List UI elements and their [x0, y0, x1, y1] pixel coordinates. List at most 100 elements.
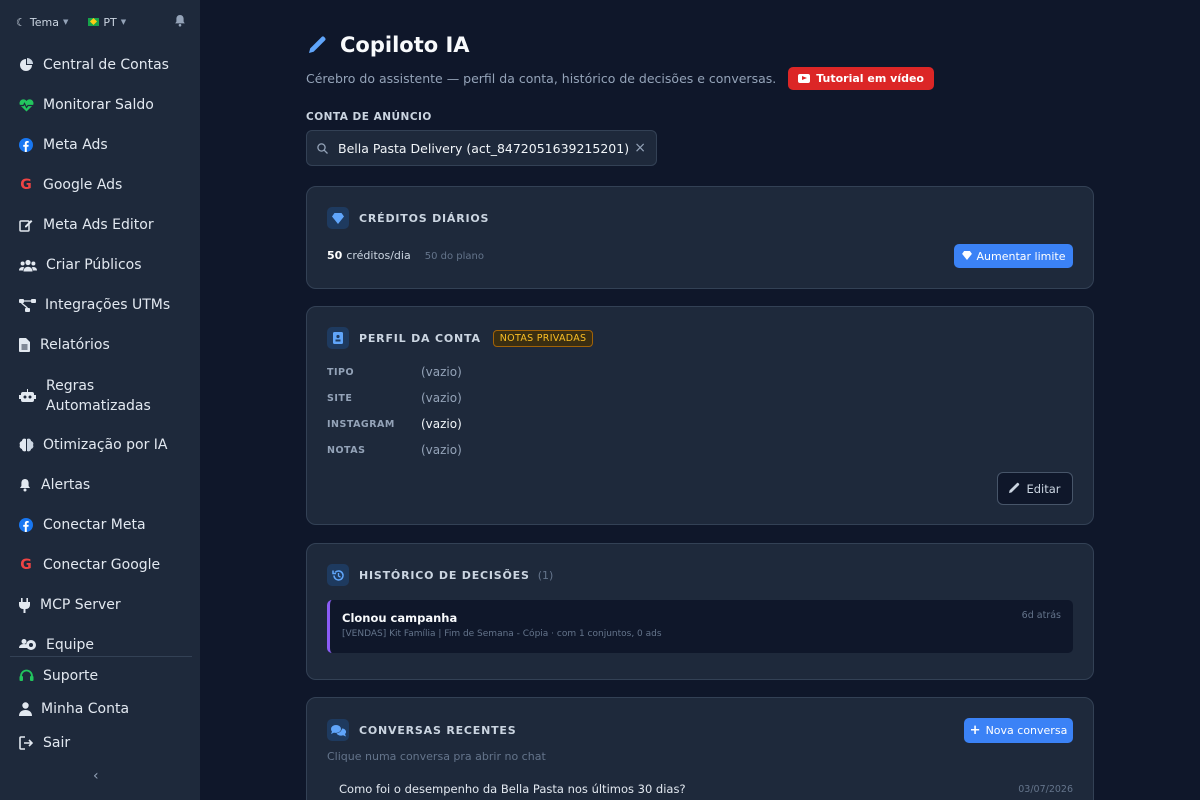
sidebar-item-meta-ads-editor[interactable]: Meta Ads Editor: [18, 216, 192, 234]
account-select[interactable]: Bella Pasta Delivery (act_84720516392152…: [306, 130, 657, 166]
notifications-bell-icon[interactable]: [174, 14, 186, 30]
conversation-date: 03/07/2026: [1018, 783, 1073, 795]
history-card-header: HISTÓRICO DE DECISÕES (1): [327, 564, 553, 586]
sidebar-item-label: Regras Automatizadas: [46, 378, 151, 414]
profile-field-value: (vazio): [421, 391, 462, 405]
sidebar-item-label: Meta Ads: [43, 137, 108, 153]
sidebar-item-relatorios[interactable]: Relatórios: [18, 336, 192, 354]
page-title: Copiloto IA: [340, 33, 470, 57]
collapse-sidebar-chevron-icon[interactable]: ‹: [93, 768, 99, 784]
sidebar-item-monitorar-saldo[interactable]: Monitorar Saldo: [18, 96, 192, 114]
bell-icon: [18, 477, 32, 493]
theme-toggle[interactable]: ☾ Tema ▼: [16, 16, 68, 29]
credits-line: 50 créditos/dia 50 do plano: [327, 249, 484, 262]
profile-field-tipo: TIPO (vazio): [327, 365, 462, 379]
sidebar-item-label: Integrações UTMs: [45, 297, 171, 313]
sidebar-item-label: Relatórios: [40, 337, 110, 353]
sidebar-item-integracoes-utms[interactable]: Integrações UTMs: [18, 296, 192, 314]
sidebar-item-criar-publicos[interactable]: Criar Públicos: [18, 256, 192, 274]
edit-icon: [18, 217, 34, 233]
sidebar-item-label: Google Ads: [43, 177, 123, 193]
tutorial-label: Tutorial em vídeo: [816, 72, 924, 85]
credits-plan: 50 do plano: [424, 251, 484, 262]
sidebar-item-meta-ads[interactable]: Meta Ads: [18, 136, 192, 154]
clear-icon[interactable]: ×: [634, 140, 646, 156]
user-icon: [18, 701, 32, 717]
sidebar-item-label: Central de Contas: [43, 57, 169, 73]
sidebar-item-minha-conta[interactable]: Minha Conta: [18, 700, 192, 718]
conversations-card-header: CONVERSAS RECENTES: [327, 719, 516, 741]
sidebar-item-conectar-meta[interactable]: Conectar Meta: [18, 516, 192, 534]
pencil-icon: [1009, 482, 1020, 496]
profile-field-value: (vazio): [421, 443, 462, 457]
sidebar-item-conectar-google[interactable]: G Conectar Google: [18, 556, 192, 574]
page-header: Copiloto IA: [306, 33, 470, 57]
diamond-icon: [961, 250, 972, 263]
history-icon: [327, 564, 349, 586]
sidebar-top-bar: ☾ Tema ▼ PT ▼: [16, 14, 186, 30]
conversations-hint: Clique numa conversa pra abrir no chat: [327, 750, 546, 763]
robot-icon: [18, 388, 37, 404]
pie-chart-icon: [18, 57, 34, 73]
plus-icon: +: [969, 723, 981, 738]
profile-card: PERFIL DA CONTA NOTAS PRIVADAS TIPO (vaz…: [306, 306, 1094, 525]
brain-icon: [18, 437, 34, 453]
diamond-icon: [327, 207, 349, 229]
sidebar-item-regras-automatizadas[interactable]: Regras Automatizadas: [18, 376, 192, 416]
facebook-icon: [18, 517, 34, 533]
increase-limit-label: Aumentar limite: [976, 249, 1066, 263]
pencil-icon: [306, 34, 328, 56]
sidebar-item-equipe[interactable]: Equipe: [18, 636, 192, 654]
sidebar-item-otimizacao-por-ia[interactable]: Otimização por IA: [18, 436, 192, 454]
credits-amount: 50: [327, 249, 343, 262]
credits-card-header: CRÉDITOS DIÁRIOS: [327, 207, 489, 229]
sidebar-item-mcp-server[interactable]: MCP Server: [18, 596, 192, 614]
decision-title: Clonou campanha: [342, 611, 458, 625]
sidebar-item-sair[interactable]: Sair: [18, 734, 192, 752]
edit-profile-button[interactable]: Editar: [997, 472, 1073, 505]
new-conversation-button[interactable]: + Nova conversa: [964, 718, 1073, 743]
history-count: (1): [537, 568, 554, 582]
page-subtitle: Cérebro do assistente — perfil da conta,…: [306, 71, 777, 86]
profile-field-key: INSTAGRAM: [327, 418, 395, 430]
search-icon: [317, 139, 328, 158]
moon-icon: ☾: [16, 15, 26, 29]
sidebar-item-label: Sair: [43, 735, 71, 751]
sidebar-item-label: Equipe: [46, 637, 94, 653]
sidebar: ☾ Tema ▼ PT ▼ Central de Contas Monitora…: [0, 0, 200, 800]
credits-card: CRÉDITOS DIÁRIOS 50 créditos/dia 50 do p…: [306, 186, 1094, 289]
tutorial-video-button[interactable]: Tutorial em vídeo: [788, 67, 934, 90]
profile-field-key: SITE: [327, 392, 353, 404]
sidebar-divider: [10, 656, 192, 657]
profile-field-value: (vazio): [421, 417, 462, 431]
id-badge-icon: [327, 327, 349, 349]
sidebar-item-google-ads[interactable]: G Google Ads: [18, 176, 192, 194]
heart-pulse-icon: [18, 97, 34, 113]
plug-icon: [18, 597, 31, 613]
sidebar-item-alertas[interactable]: Alertas: [18, 476, 192, 494]
sidebar-item-central-de-contas[interactable]: Central de Contas: [18, 56, 192, 74]
credits-title: CRÉDITOS DIÁRIOS: [359, 211, 490, 225]
network-icon: [18, 297, 36, 313]
facebook-icon: [18, 137, 34, 153]
chat-bubbles-icon: [327, 719, 349, 741]
sidebar-item-label: MCP Server: [40, 597, 121, 613]
decision-item[interactable]: Clonou campanha [VENDAS] Kit Família | F…: [327, 600, 1073, 653]
headset-icon: [18, 668, 34, 684]
brazil-flag-icon: [88, 18, 100, 26]
sidebar-item-suporte[interactable]: Suporte: [18, 667, 192, 685]
edit-label: Editar: [1026, 481, 1061, 496]
google-icon: G: [20, 177, 32, 193]
new-conversation-label: Nova conversa: [985, 724, 1068, 737]
decision-history-card: HISTÓRICO DE DECISÕES (1) Clonou campanh…: [306, 543, 1094, 680]
conversations-title: CONVERSAS RECENTES: [359, 723, 517, 737]
conversation-item[interactable]: Como foi o desempenho da Bella Pasta nos…: [339, 782, 1073, 796]
private-notes-badge: NOTAS PRIVADAS: [492, 329, 594, 347]
users-icon: [18, 257, 37, 273]
account-label: CONTA DE ANÚNCIO: [306, 111, 432, 123]
increase-limit-button[interactable]: Aumentar limite: [954, 244, 1073, 268]
sidebar-item-label: Monitorar Saldo: [43, 97, 154, 113]
profile-field-notas: NOTAS (vazio): [327, 443, 462, 457]
profile-field-instagram: INSTAGRAM (vazio): [327, 417, 462, 431]
language-select[interactable]: PT ▼: [88, 16, 126, 29]
